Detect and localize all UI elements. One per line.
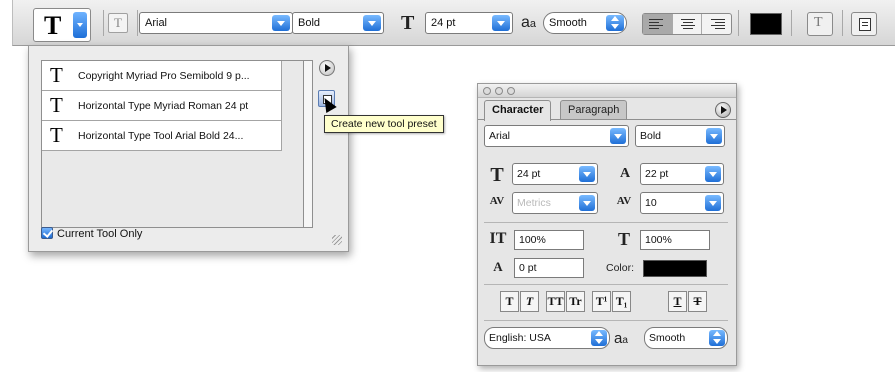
type-tool-icon: T bbox=[50, 63, 63, 87]
font-size-icon: T bbox=[401, 12, 415, 34]
divider bbox=[791, 10, 792, 36]
tool-preset-list: T Copyright Myriad Pro Semibold 9 p... T… bbox=[41, 60, 303, 228]
horizontal-scale-field[interactable]: 100% bbox=[640, 230, 710, 250]
palette-menu-icon[interactable] bbox=[715, 102, 731, 118]
resize-grip-icon[interactable] bbox=[332, 235, 342, 245]
chevron-down-icon bbox=[579, 166, 595, 182]
font-size-icon: T bbox=[490, 164, 504, 186]
antialias-select[interactable]: Smooth bbox=[543, 12, 627, 34]
vertical-scale-field[interactable]: 100% bbox=[514, 230, 584, 250]
vertical-scale-icon: IT bbox=[489, 230, 507, 247]
tab-paragraph[interactable]: Paragraph bbox=[560, 100, 628, 120]
chevron-down-icon bbox=[705, 195, 721, 211]
list-item[interactable]: T Horizontal Type Myriad Roman 24 pt bbox=[42, 91, 282, 121]
kerning-icon: AV bbox=[489, 195, 505, 207]
font-family-select[interactable]: Arial bbox=[484, 125, 629, 147]
divider bbox=[484, 320, 728, 321]
font-size-field[interactable]: 24 pt bbox=[425, 12, 513, 34]
chevron-down-icon bbox=[272, 15, 290, 31]
list-item[interactable]: T Copyright Myriad Pro Semibold 9 p... bbox=[42, 61, 282, 91]
faux-bold-button[interactable]: T bbox=[500, 291, 519, 312]
options-bar: T T Arial Bold T 24 pt aa Smooth T bbox=[12, 0, 895, 46]
text-orientation-icon[interactable]: T bbox=[108, 13, 128, 33]
text-color-swatch[interactable] bbox=[643, 260, 707, 277]
font-family-select[interactable]: Arial bbox=[139, 12, 293, 34]
antialias-icon: aa bbox=[614, 330, 628, 347]
warp-text-button[interactable]: T bbox=[807, 12, 833, 36]
close-icon[interactable] bbox=[483, 87, 491, 95]
warp-text-icon: T bbox=[814, 15, 823, 30]
divider bbox=[484, 284, 728, 285]
leading-icon: A bbox=[619, 166, 631, 181]
type-tool-icon: T bbox=[50, 93, 63, 117]
tool-preset-panel: T Copyright Myriad Pro Semibold 9 p... T… bbox=[28, 45, 349, 252]
tracking-icon: AV bbox=[616, 195, 632, 207]
antialias-select[interactable]: Smooth bbox=[644, 327, 728, 349]
subscript-button[interactable]: T₁ bbox=[612, 291, 631, 312]
character-palette: Character Paragraph Arial Bold T 24 pt A… bbox=[477, 83, 737, 366]
chevron-down-icon bbox=[705, 166, 721, 182]
chevron-down-icon bbox=[492, 15, 510, 31]
divider bbox=[103, 10, 104, 36]
chevron-down-icon bbox=[579, 195, 595, 211]
divider bbox=[484, 222, 728, 223]
divider bbox=[842, 10, 843, 36]
stepper-icon bbox=[709, 330, 725, 346]
all-caps-button[interactable]: TT bbox=[546, 291, 565, 312]
type-tool-icon: T bbox=[50, 123, 63, 147]
zoom-icon[interactable] bbox=[507, 87, 515, 95]
stepper-icon bbox=[591, 330, 607, 346]
tab-character[interactable]: Character bbox=[484, 100, 552, 121]
divider bbox=[137, 10, 138, 36]
align-left-button[interactable] bbox=[643, 14, 673, 34]
superscript-button[interactable]: T¹ bbox=[592, 291, 611, 312]
font-style-select[interactable]: Bold bbox=[635, 125, 725, 147]
toggle-palettes-button[interactable] bbox=[851, 12, 877, 36]
text-color-swatch[interactable] bbox=[750, 13, 782, 35]
tooltip: Create new tool preset bbox=[324, 115, 444, 133]
antialias-icon: aa bbox=[521, 14, 537, 31]
palette-titlebar[interactable] bbox=[478, 84, 736, 98]
small-caps-button[interactable]: Tr bbox=[566, 291, 585, 312]
align-center-button[interactable] bbox=[673, 14, 703, 34]
list-item[interactable]: T Horizontal Type Tool Arial Bold 24... bbox=[42, 121, 282, 151]
stepper-icon bbox=[606, 15, 624, 31]
font-size-field[interactable]: 24 pt bbox=[512, 163, 598, 185]
baseline-shift-field[interactable]: 0 pt bbox=[514, 258, 584, 278]
chevron-down-icon bbox=[706, 128, 722, 144]
leading-field[interactable]: 22 pt bbox=[640, 163, 724, 185]
palettes-icon bbox=[859, 18, 871, 31]
horizontal-scale-icon: T bbox=[617, 229, 630, 249]
panel-menu-icon[interactable] bbox=[319, 60, 335, 76]
strikethrough-button[interactable]: T bbox=[688, 291, 707, 312]
minimize-icon[interactable] bbox=[495, 87, 503, 95]
type-tool-icon: T bbox=[44, 11, 62, 40]
color-label: Color: bbox=[606, 262, 635, 274]
font-style-select[interactable]: Bold bbox=[292, 12, 384, 34]
chevron-down-icon bbox=[363, 15, 381, 31]
language-select[interactable]: English: USA bbox=[484, 327, 610, 349]
baseline-shift-icon: A bbox=[493, 259, 503, 274]
underline-button[interactable]: T bbox=[668, 291, 687, 312]
alignment-group bbox=[642, 13, 732, 35]
faux-italic-button[interactable]: T bbox=[520, 291, 539, 312]
divider bbox=[738, 10, 739, 36]
chevron-down-icon[interactable] bbox=[73, 12, 87, 38]
align-right-button[interactable] bbox=[702, 14, 731, 34]
current-tool-only-checkbox[interactable]: Current Tool Only bbox=[41, 227, 142, 240]
kerning-select[interactable]: Metrics bbox=[512, 192, 598, 214]
chevron-down-icon bbox=[610, 128, 626, 144]
checkbox-icon[interactable] bbox=[41, 227, 53, 239]
scrollbar[interactable] bbox=[303, 60, 313, 228]
tool-preset-picker[interactable]: T bbox=[33, 8, 91, 42]
tracking-field[interactable]: 10 bbox=[640, 192, 724, 214]
